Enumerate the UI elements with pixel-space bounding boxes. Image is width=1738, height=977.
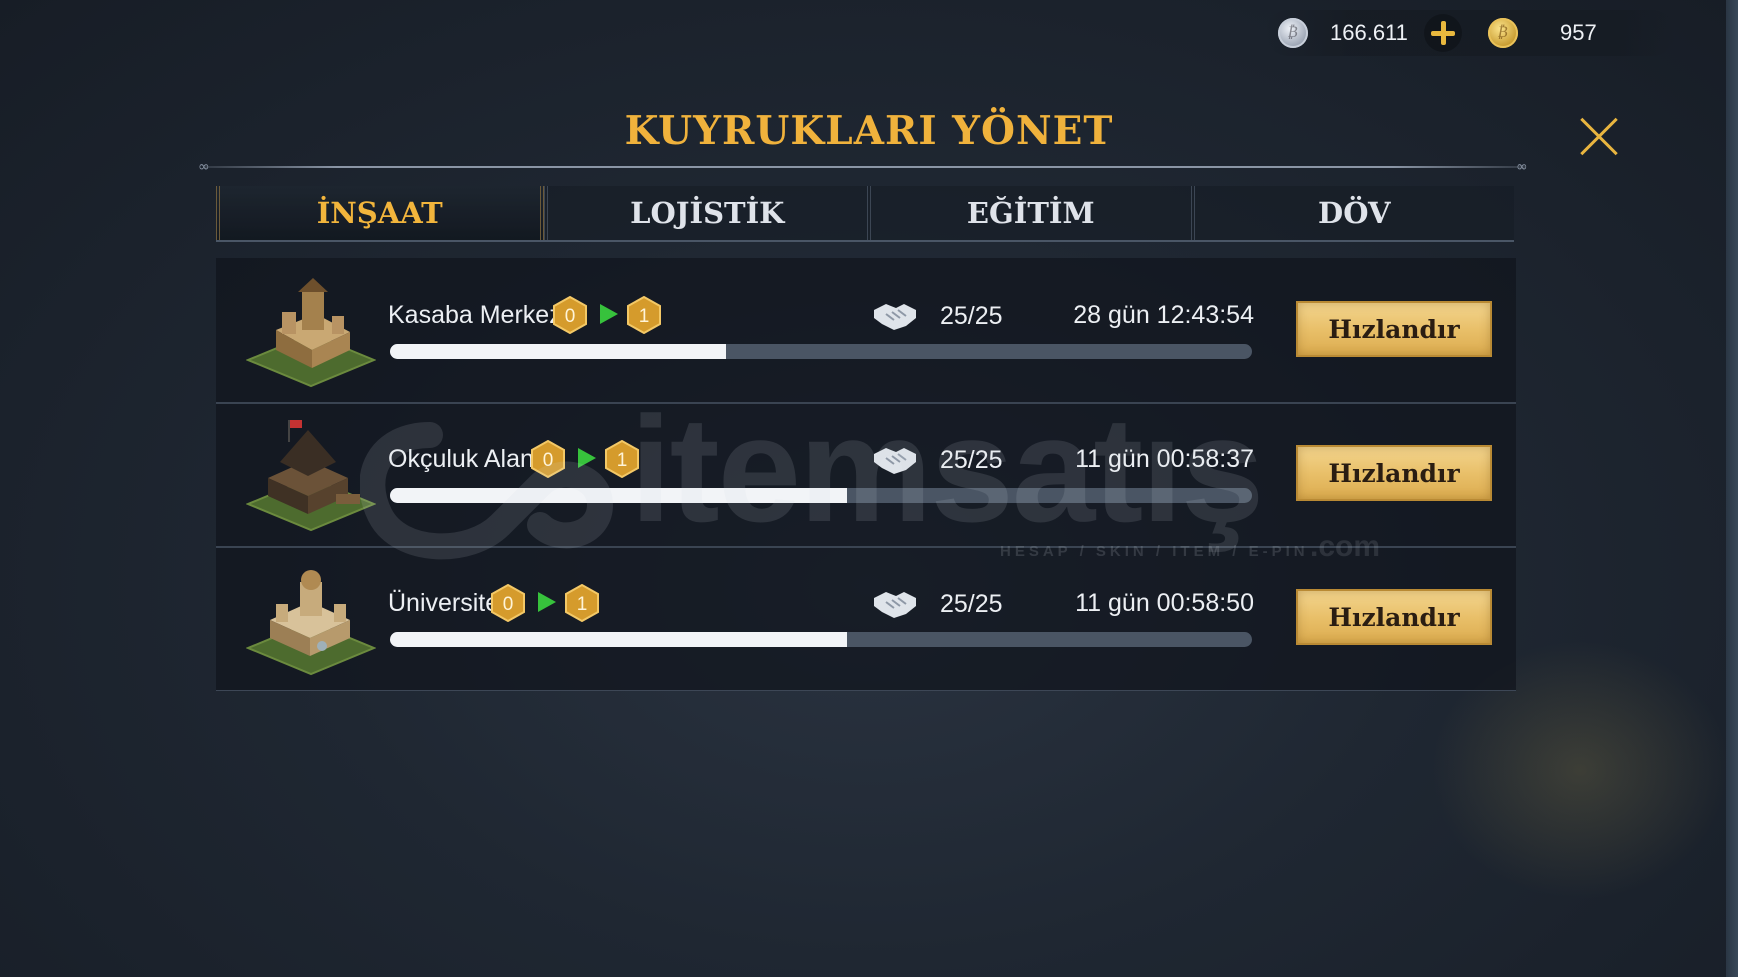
level-to-label: 1 [617, 450, 628, 471]
title-divider [205, 166, 1525, 168]
tab-forge[interactable]: DÖV [1190, 186, 1515, 240]
level-from-label: 0 [565, 306, 576, 327]
level-from-icon: 0 [553, 296, 587, 334]
progress-fill [390, 344, 727, 359]
page-title: KUYRUKLARI YÖNET [624, 108, 1114, 154]
divider-ornament-right: ∞ [1516, 159, 1528, 175]
time-remaining: 11 gün 00:58:37 [1075, 445, 1254, 473]
silver-coin-icon: ₿ [1278, 18, 1308, 48]
queue-row: Üniversite 0 1 25/25 11 gün 00:58:50 Hız… [216, 546, 1516, 690]
progress-bar [390, 488, 1252, 503]
level-arrow-icon [538, 592, 556, 612]
speed-up-button[interactable]: Hızlandır [1296, 301, 1492, 357]
archery-range-building-icon [246, 420, 376, 532]
progress-bar [390, 344, 1252, 359]
gold-amount: 957 [1560, 20, 1597, 45]
building-name: Kasaba Merkezi [388, 301, 568, 329]
handshake-icon [874, 592, 916, 618]
tab-construction[interactable]: İNŞAAT [216, 186, 544, 240]
help-count: 25/25 [940, 590, 1003, 618]
handshake-icon [874, 448, 916, 474]
help-count: 25/25 [940, 446, 1003, 474]
time-remaining: 28 gün 12:43:54 [1073, 301, 1254, 329]
progress-bar [390, 632, 1252, 647]
level-to-icon: 1 [605, 440, 639, 478]
level-to-label: 1 [639, 306, 650, 327]
progress-fill [390, 632, 847, 647]
level-arrow-icon [578, 448, 596, 468]
queue-tabs: İNŞAAT LOJİSTİK EĞİTİM DÖV [216, 186, 1514, 242]
currency-bar [1265, 10, 1675, 56]
gold-coin-icon: ₿ [1488, 18, 1518, 48]
silver-amount: 166.611 [1330, 20, 1408, 45]
queue-row: Kasaba Merkezi 0 1 25/25 28 gün 12:43:54… [216, 258, 1516, 404]
tab-logistics[interactable]: LOJİSTİK [543, 186, 868, 240]
handshake-icon [874, 304, 916, 330]
level-from-label: 0 [543, 450, 554, 471]
queue-row: Okçuluk Alanı 0 1 25/25 11 gün 00:58:37 … [216, 402, 1516, 548]
level-from-icon: 0 [491, 584, 525, 622]
progress-fill [390, 488, 847, 503]
university-building-icon [246, 570, 376, 676]
time-remaining: 11 gün 00:58:50 [1075, 589, 1254, 617]
speed-up-button[interactable]: Hızlandır [1296, 445, 1492, 501]
level-from-icon: 0 [531, 440, 565, 478]
level-to-icon: 1 [565, 584, 599, 622]
town-center-building-icon [246, 278, 376, 388]
building-name: Okçuluk Alanı [388, 445, 541, 473]
building-name: Üniversite [388, 589, 500, 617]
tab-training[interactable]: EĞİTİM [867, 186, 1191, 240]
level-to-label: 1 [577, 594, 588, 615]
help-count: 25/25 [940, 302, 1003, 330]
divider-ornament-left: ∞ [198, 159, 210, 175]
level-from-label: 0 [503, 594, 514, 615]
add-currency-button[interactable] [1424, 14, 1462, 52]
level-to-icon: 1 [627, 296, 661, 334]
speed-up-button[interactable]: Hızlandır [1296, 589, 1492, 645]
queue-list: Kasaba Merkezi 0 1 25/25 28 gün 12:43:54… [216, 258, 1516, 691]
level-arrow-icon [600, 304, 618, 324]
close-button[interactable] [1578, 116, 1620, 158]
